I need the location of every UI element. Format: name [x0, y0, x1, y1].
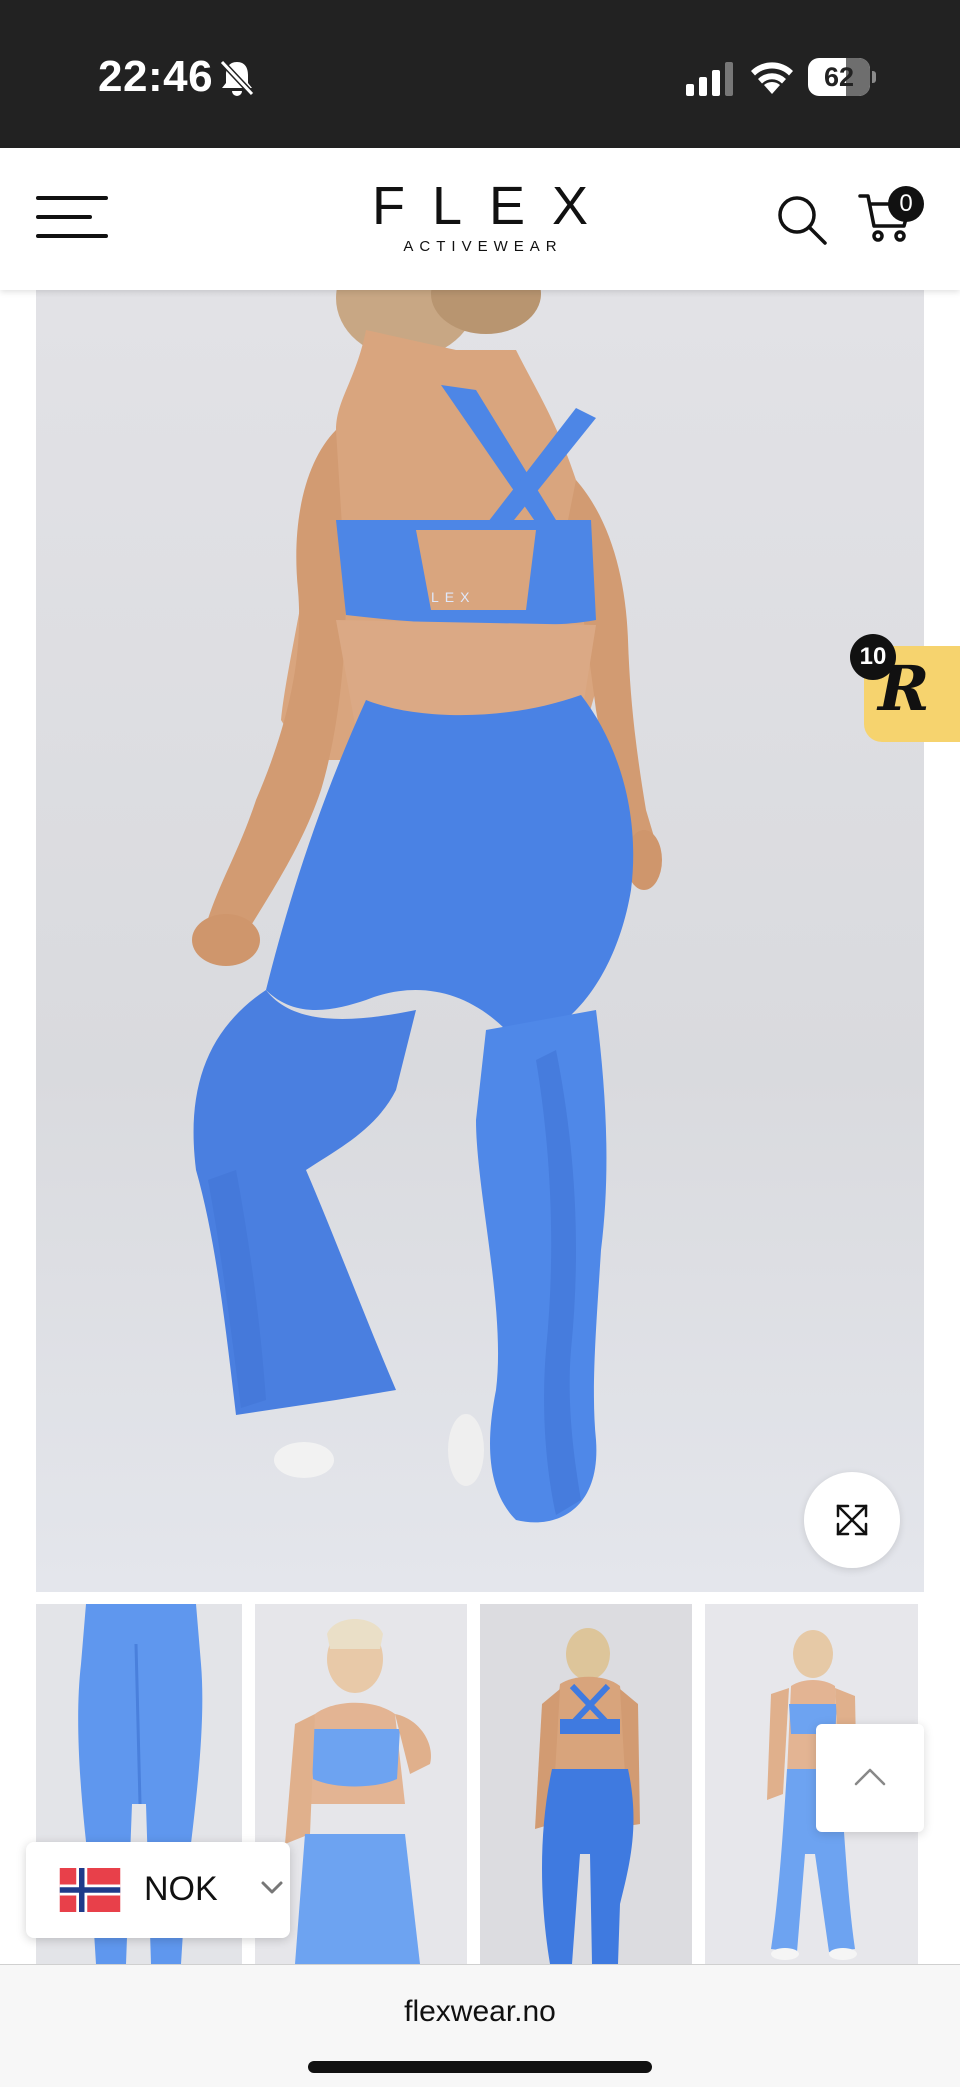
battery-body: 62 [808, 58, 870, 96]
hamburger-menu-icon[interactable] [36, 196, 108, 238]
product-main-image[interactable]: LEX [36, 290, 924, 1592]
thumbnail-back-view[interactable] [480, 1604, 692, 1964]
bell-slash-icon [219, 59, 255, 97]
battery-cap [872, 71, 876, 83]
back-to-top-button[interactable] [816, 1724, 924, 1832]
cart-count-badge: 0 [888, 186, 924, 222]
currency-selector[interactable]: NOK [26, 1842, 290, 1938]
home-indicator [308, 2061, 652, 2073]
rewards-count-badge: 10 [850, 634, 896, 680]
brand-tagline: ACTIVEWEAR [403, 238, 563, 255]
svg-text:LEX: LEX [431, 589, 475, 605]
battery-percentage: 62 [823, 62, 855, 92]
zoom-button[interactable] [804, 1472, 900, 1568]
search-icon[interactable] [776, 194, 828, 246]
chevron-down-icon [261, 1881, 283, 1894]
brand-logo[interactable]: FLEX ACTIVEWEAR [330, 176, 630, 262]
norway-flag-icon [59, 1868, 121, 1912]
battery-icon: 62 [808, 58, 876, 96]
browser-address-bar: flexwear.no [0, 1964, 960, 2087]
brand-name: FLEX [371, 176, 616, 236]
cellular-signal-icon [686, 62, 733, 96]
chevron-up-icon [854, 1768, 886, 1786]
url-text[interactable]: flexwear.no [0, 1995, 960, 2029]
wifi-icon [751, 62, 793, 94]
site-header: FLEX ACTIVEWEAR 0 [0, 148, 960, 290]
currency-code: NOK [144, 1870, 218, 1908]
expand-icon [836, 1504, 868, 1536]
product-photo-back-view: LEX [192, 290, 662, 1523]
status-bar: 22:46 62 [0, 0, 960, 148]
status-time: 22:46 [98, 52, 214, 101]
